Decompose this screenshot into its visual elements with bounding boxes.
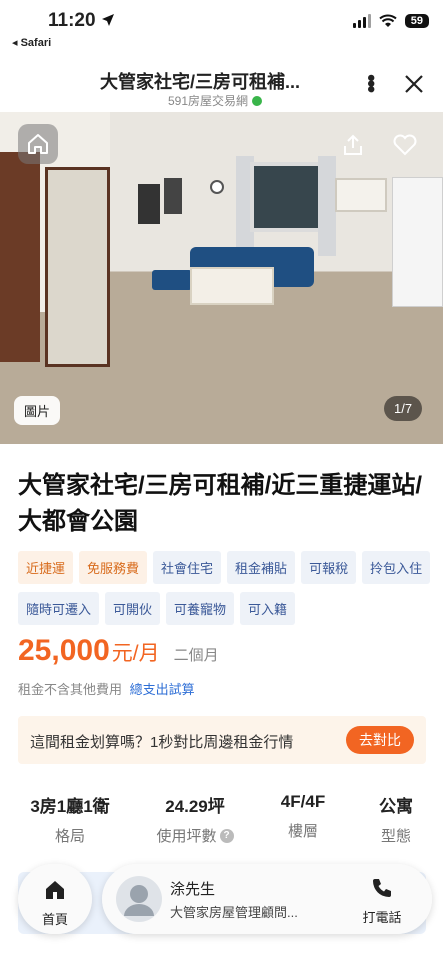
- photo-type-tag[interactable]: 圖片: [14, 396, 61, 425]
- back-to-safari-link[interactable]: ◂ Safari: [12, 36, 51, 49]
- feature-tags: 近捷運 免服務費 社會住宅 租金補貼 可報稅 拎包入住 隨時可遷入 可開伙 可養…: [18, 551, 438, 625]
- agent-contact-bar[interactable]: 涂先生 大管家房屋管理顧問... 打電話: [102, 864, 432, 934]
- battery-icon: 59: [404, 14, 429, 28]
- share-icon: [344, 134, 362, 155]
- price-value: 25,000: [18, 634, 110, 667]
- avatar: [116, 876, 162, 922]
- agent-role: 大管家房屋管理顧問...: [170, 905, 298, 920]
- more-vertical-icon[interactable]: •••: [359, 74, 384, 91]
- feature-tag: 免服務費: [79, 551, 148, 584]
- spec-value: 4F/4F: [280, 792, 326, 811]
- feature-tag: 近捷運: [18, 551, 74, 584]
- price-note-text: 租金不含其他費用: [18, 682, 123, 697]
- home-icon: [28, 134, 48, 154]
- help-icon[interactable]: ?: [219, 828, 234, 843]
- share-button[interactable]: [340, 132, 366, 158]
- feature-tag: 隨時可遷入: [18, 592, 100, 625]
- home-button[interactable]: [18, 124, 58, 164]
- cost-calculator-link[interactable]: 總支出試算: [130, 682, 195, 697]
- wifi-icon: [379, 14, 397, 27]
- spec-layout: 3房1廳1衛 格局: [0, 792, 140, 846]
- rent-compare-banner: 這間租金划算嗎？1秒對比周邊租金行情 去對比: [18, 716, 426, 764]
- feature-tag: 可開伙: [105, 592, 161, 625]
- price-note: 租金不含其他費用 總支出試算: [18, 679, 195, 698]
- spec-label: 樓層: [287, 823, 318, 840]
- spec-type: 公寓 型態: [356, 792, 436, 846]
- spec-area: 24.29坪 使用坪數?: [140, 792, 250, 846]
- site-subtitle: 591房屋交易網: [168, 92, 263, 109]
- status-indicators: 59: [352, 14, 429, 28]
- home-tab-button[interactable]: 首頁: [18, 864, 92, 934]
- compare-button[interactable]: 去對比: [346, 726, 414, 754]
- site-name: 591房屋交易網: [168, 94, 249, 108]
- spec-floor: 4F/4F 樓層: [250, 792, 356, 846]
- signal-icon: [352, 14, 371, 28]
- feature-tag: 社會住宅: [153, 551, 222, 584]
- compare-text: 這間租金划算嗎？1秒對比周邊租金行情: [30, 734, 294, 751]
- secure-badge-icon: [252, 95, 263, 106]
- spec-value: 24.29坪: [165, 797, 225, 816]
- spec-label: 型態: [380, 828, 411, 845]
- listing-title: 大管家社宅/三房可租補/近三重捷運站/大都會公園: [18, 472, 423, 535]
- feature-tag: 租金補貼: [227, 551, 296, 584]
- photo-counter: 1/7: [384, 396, 423, 421]
- feature-tag: 可報稅: [301, 551, 357, 584]
- status-bar: 11:20 ◂ Safari 59: [0, 0, 443, 52]
- price-unit: 元/月: [111, 642, 160, 665]
- location-arrow-icon: [101, 14, 114, 26]
- agent-avatar-icon: [124, 885, 154, 916]
- page-title: 大管家社宅/三房可租補...: [100, 72, 301, 92]
- feature-tag: 可養寵物: [166, 592, 235, 625]
- bottom-action-bar: 首頁 涂先生 大管家房屋管理顧問... 打電話: [10, 864, 434, 934]
- price-row: 25,000 元/月 二個月: [18, 634, 219, 668]
- deposit-term: 二個月: [173, 647, 219, 664]
- property-specs: 3房1廳1衛 格局 24.29坪 使用坪數? 4F/4F 樓層 公寓 型態: [0, 792, 443, 846]
- favorite-button[interactable]: [392, 132, 418, 158]
- spec-label: 使用坪數?: [140, 825, 250, 846]
- feature-tag: 可入籍: [240, 592, 296, 625]
- nav-bar: 大管家社宅/三房可租補... 591房屋交易網 •••: [0, 58, 443, 112]
- heart-icon: [393, 134, 417, 156]
- agent-name: 涂先生: [170, 881, 216, 898]
- phone-icon: [373, 879, 391, 897]
- call-label: 打電話: [362, 910, 402, 925]
- status-time: 11:20: [48, 10, 115, 32]
- listing-photo[interactable]: 圖片 1/7: [0, 112, 443, 444]
- home-icon: [46, 881, 64, 899]
- spec-value: 3房1廳1衛: [30, 797, 110, 816]
- spec-label: 格局: [54, 828, 85, 845]
- spec-value: 公寓: [379, 797, 413, 816]
- call-button[interactable]: 打電話: [350, 876, 414, 926]
- close-icon[interactable]: [402, 72, 426, 96]
- home-tab-label: 首頁: [41, 912, 68, 927]
- feature-tag: 拎包入住: [362, 551, 431, 584]
